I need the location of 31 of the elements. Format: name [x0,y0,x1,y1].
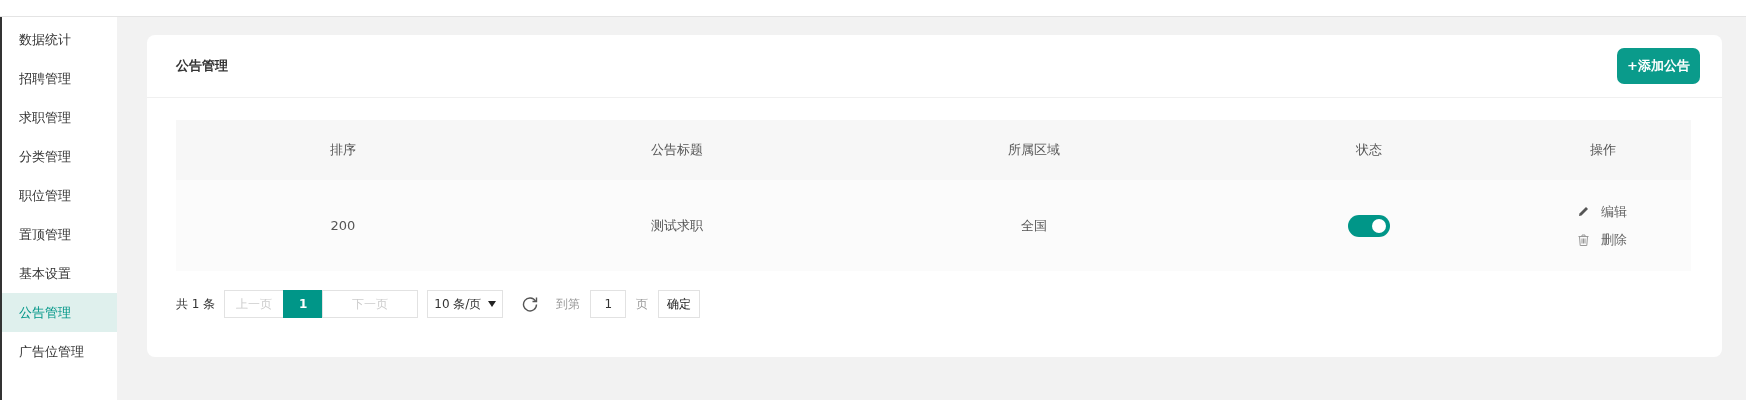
trash-icon [1578,233,1589,246]
column-header: 排序 [330,141,356,159]
table-cell: 测试求职 [651,216,703,235]
column-header: 状态 [1356,141,1382,159]
sidebar-item[interactable]: 招聘管理 [2,59,117,98]
status-toggle[interactable] [1348,214,1390,237]
page-unit: 页 [636,295,649,313]
confirm-button[interactable]: 确定 [658,290,701,318]
sidebar-item[interactable]: 数据统计 [2,20,117,59]
table-cell: 全国 [1021,216,1047,235]
delete-link[interactable]: 删除 [1578,230,1627,249]
sidebar-item[interactable]: 基本设置 [2,254,117,293]
total-count: 共 1 条 [176,295,216,313]
pencil-icon [1578,206,1589,217]
sidebar-item[interactable]: 分类管理 [2,137,117,176]
edit-link[interactable]: 编辑 [1578,202,1627,221]
dropdown-arrow-icon [488,301,497,307]
column-header: 所属区域 [1008,141,1060,159]
column-header: 公告标题 [651,141,703,159]
card-title: 公告管理 [176,57,228,75]
sidebar-item[interactable]: 求职管理 [2,98,117,137]
sidebar-item[interactable]: 职位管理 [2,176,117,215]
goto-label: 到第 [556,295,581,313]
column-header: 操作 [1589,141,1616,159]
page-size-select[interactable]: 10 条/页 [427,290,504,318]
table-cell: 200 [330,218,356,233]
sidebar-item[interactable]: 广告位管理 [2,332,117,371]
refresh-icon[interactable] [522,296,539,312]
sidebar-item[interactable]: 置顶管理 [2,215,117,254]
page-input[interactable]: 1 [590,290,627,318]
page-button[interactable]: 1 [283,290,324,318]
